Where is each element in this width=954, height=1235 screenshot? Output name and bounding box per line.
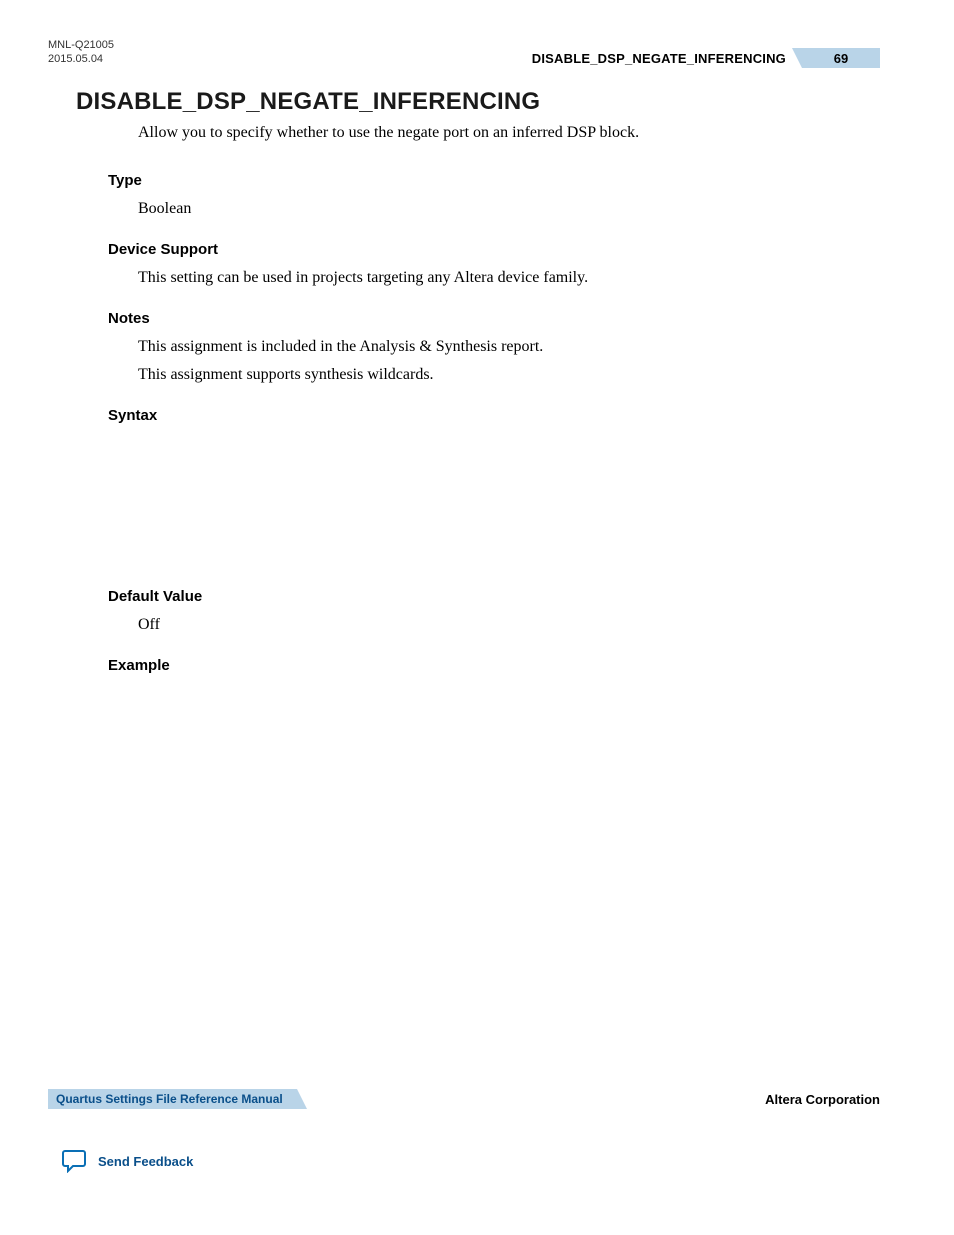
header-title: DISABLE_DSP_NEGATE_INFERENCING [532,51,786,66]
section-head-example: Example [108,657,878,674]
section-body-type: Boolean [138,195,878,223]
section-body-default-value: Off [138,611,878,639]
notes-line-1: This assignment is included in the Analy… [138,333,878,361]
footer-company: Altera Corporation [765,1092,880,1107]
section-body-notes: This assignment is included in the Analy… [138,333,878,389]
footer-manual: Quartus Settings File Reference Manual [56,1092,283,1106]
page-title: DISABLE_DSP_NEGATE_INFERENCING [76,88,878,116]
footer-manual-badge: Quartus Settings File Reference Manual [48,1089,297,1109]
send-feedback-link[interactable]: Send Feedback [62,1149,193,1173]
page-number: 69 [834,51,848,66]
section-body-device-support: This setting can be used in projects tar… [138,264,878,292]
section-head-syntax: Syntax [108,407,878,424]
section-head-default-value: Default Value [108,588,878,605]
section-head-type: Type [108,172,878,189]
speech-bubble-icon [62,1149,88,1173]
syntax-spacer [76,430,878,570]
page-number-badge: 69 [802,48,880,68]
feedback-label: Send Feedback [98,1154,193,1169]
notes-line-2: This assignment supports synthesis wildc… [138,361,878,389]
intro-text: Allow you to specify whether to use the … [138,122,878,144]
section-head-device-support: Device Support [108,241,878,258]
section-head-notes: Notes [108,310,878,327]
